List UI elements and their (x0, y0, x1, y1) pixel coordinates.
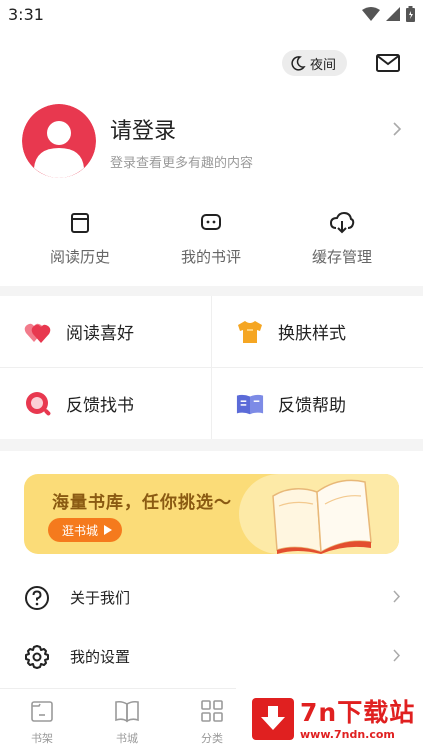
book-history-icon (71, 213, 89, 233)
section-divider (0, 286, 423, 296)
bookstore-banner[interactable]: 海量书库，任你挑选～ 逛书城 (24, 474, 399, 554)
section-divider (0, 439, 423, 451)
top-bar: 夜间 (281, 50, 401, 76)
list-item-label: 我的设置 (70, 648, 131, 666)
nav-item-bookstore[interactable]: 书城 (97, 697, 157, 746)
grid-item-feedback-find-book[interactable]: 反馈找书 (0, 368, 211, 439)
grid-item-label: 反馈帮助 (278, 396, 346, 416)
nav-item-bookshelf[interactable]: 书架 (12, 697, 72, 746)
site-watermark: 7n下载站 www.7ndn.com (236, 686, 423, 752)
nav-item-label: 分类 (201, 732, 223, 745)
quick-action-label: 阅读历史 (49, 248, 110, 266)
mail-icon (376, 54, 400, 72)
category-icon (201, 700, 223, 722)
quick-action-label: 缓存管理 (311, 248, 372, 266)
gear-icon (25, 645, 49, 669)
bookshelf-icon (31, 701, 53, 722)
grid-item-label: 换肤样式 (278, 324, 346, 344)
quick-action-reading-history[interactable]: 阅读历史 (20, 210, 140, 267)
nav-item-label: 书架 (31, 732, 53, 745)
download-arrow-icon (252, 698, 294, 740)
nav-item-category[interactable]: 分类 (182, 697, 242, 746)
battery-icon (406, 6, 415, 22)
watermark-title: 7n下载站 (300, 698, 416, 727)
night-mode-button[interactable]: 夜间 (281, 50, 347, 76)
chevron-right-icon (393, 590, 401, 603)
moon-icon (291, 56, 306, 71)
tshirt-icon (238, 320, 262, 343)
login-subtitle: 登录查看更多有趣的内容 (110, 156, 254, 171)
play-arrow-icon (104, 525, 113, 535)
login-title[interactable]: 请登录 (110, 113, 176, 145)
night-mode-label: 夜间 (309, 57, 336, 73)
question-icon (25, 586, 49, 610)
list-item-my-settings[interactable]: 我的设置 (0, 628, 423, 686)
avatar[interactable] (22, 104, 96, 178)
open-book-icon (236, 394, 264, 414)
go-bookstore-button[interactable]: 逛书城 (48, 518, 123, 542)
comment-icon (201, 214, 221, 230)
feature-grid: 阅读喜好 换肤样式 反馈找书 反馈帮助 (0, 296, 423, 439)
grid-item-reading-preference[interactable]: 阅读喜好 (0, 296, 211, 367)
list-item-about-us[interactable]: 关于我们 (0, 569, 423, 627)
quick-action-label: 我的书评 (180, 248, 241, 266)
quick-action-cache-management[interactable]: 缓存管理 (282, 210, 402, 267)
search-icon (26, 391, 51, 415)
hearts-icon (24, 323, 51, 343)
cloud-download-icon (329, 212, 355, 234)
wifi-icon (362, 7, 380, 21)
status-icons (362, 6, 415, 22)
status-bar: 3:31 (0, 0, 423, 30)
quick-action-my-reviews[interactable]: 我的书评 (151, 210, 271, 267)
chevron-right-icon (393, 122, 402, 136)
chevron-right-icon (393, 649, 401, 662)
grid-item-feedback-help[interactable]: 反馈帮助 (212, 368, 423, 439)
book-illustration-icon (272, 479, 372, 554)
message-button[interactable] (375, 52, 401, 74)
watermark-url: www.7ndn.com (300, 728, 395, 741)
default-avatar-icon (22, 104, 96, 178)
nav-item-label: 书城 (116, 732, 138, 745)
login-profile-row[interactable]: 请登录 登录查看更多有趣的内容 (22, 104, 406, 180)
status-time: 3:31 (8, 5, 44, 24)
list-item-label: 关于我们 (70, 589, 131, 607)
banner-title: 海量书库，任你挑选～ (52, 493, 232, 513)
bookstore-icon (115, 700, 139, 723)
grid-item-skin-style[interactable]: 换肤样式 (212, 296, 423, 367)
grid-item-label: 阅读喜好 (66, 324, 134, 344)
grid-item-label: 反馈找书 (66, 396, 134, 416)
signal-icon (386, 7, 400, 21)
quick-actions: 阅读历史 我的书评 缓存管理 (0, 210, 423, 270)
go-bookstore-label: 逛书城 (62, 523, 99, 538)
